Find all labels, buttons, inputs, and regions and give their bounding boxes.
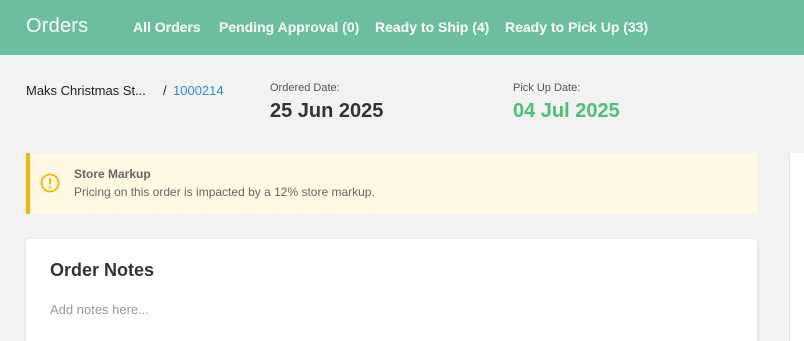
app-title[interactable]: Orders: [26, 15, 88, 38]
store-name: Maks Christmas St...: [26, 83, 146, 98]
nav-ready-to-ship[interactable]: Ready to Ship (4): [375, 19, 489, 35]
order-id-link[interactable]: 1000214: [173, 83, 224, 98]
ordered-date-value: 25 Jun 2025: [270, 100, 384, 122]
exclamation-circle-icon: [40, 173, 60, 193]
order-notes-title: Order Notes: [50, 260, 155, 280]
alert-title: Store Markup: [74, 167, 151, 181]
nav-pending-approval[interactable]: Pending Approval (0): [219, 19, 359, 35]
order-notes-input[interactable]: [50, 297, 730, 321]
top-nav-bar: Orders All Orders Pending Approval (0) R…: [0, 0, 804, 55]
pickup-date-label: Pick Up Date:: [513, 82, 581, 94]
breadcrumb-separator: /: [163, 83, 167, 98]
nav-all-orders[interactable]: All Orders: [133, 19, 201, 35]
alert-message: Pricing on this order is impacted by a 1…: [74, 185, 375, 199]
order-notes-card: Order Notes: [26, 239, 757, 341]
store-markup-alert: Store Markup Pricing on this order is im…: [26, 153, 757, 214]
ordered-date-label: Ordered Date:: [270, 82, 340, 94]
nav-ready-to-pick-up[interactable]: Ready to Pick Up (33): [505, 19, 648, 35]
right-side-panel: [789, 153, 804, 341]
pickup-date-value: 04 Jul 2025: [513, 100, 620, 122]
